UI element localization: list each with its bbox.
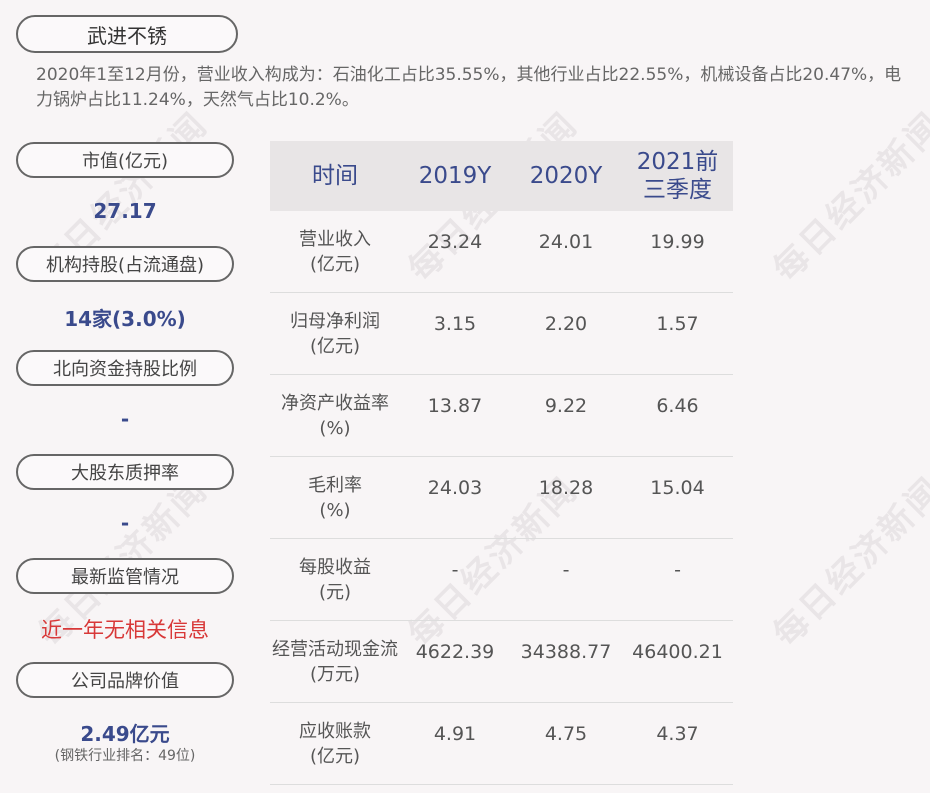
company-name: 武进不锈 (16, 15, 238, 53)
row-label: 应收账款 (亿元) (299, 721, 371, 767)
row-label: 经营活动现金流 (万元) (272, 639, 398, 685)
table-header: 时间 2019Y 2020Y 2021前三季度 (270, 141, 733, 211)
table-row: 每股收益 (元) - - - (270, 539, 733, 621)
row-value: - (674, 559, 681, 581)
row-value: 24.03 (427, 477, 483, 499)
sidebar-value-northbound: - (120, 407, 130, 431)
row-value: 4.75 (544, 723, 588, 745)
row-value: 24.01 (538, 231, 594, 253)
sidebar-label-northbound: 北向资金持股比例 (16, 350, 234, 386)
sidebar-sub-brand-rank: (钢铁行业排名：49位) (54, 748, 196, 764)
row-value: - (451, 559, 459, 581)
row-value: 18.28 (538, 477, 594, 499)
revenue-summary: 2020年1至12月份，营业收入构成为：石油化工占比35.55%，其他行业占比2… (36, 65, 902, 110)
sidebar-label-institutional: 机构持股(占流通盘) (16, 246, 234, 282)
table-row: 经营活动现金流 (万元) 4622.39 34388.77 46400.21 (270, 621, 733, 703)
row-value: 3.15 (433, 313, 477, 335)
row-value: 9.22 (544, 395, 588, 417)
header-2020: 2020Y (529, 163, 603, 189)
row-value: 19.99 (650, 231, 705, 253)
row-value: 34388.77 (520, 641, 612, 663)
sidebar-value-pledge: - (120, 511, 130, 535)
row-value: 13.87 (427, 395, 483, 417)
sidebar-label-regulatory: 最新监管情况 (16, 558, 234, 594)
sidebar-value-market-cap: 27.17 (93, 199, 157, 223)
table-row: 应收账款 (亿元) 4.91 4.75 4.37 (270, 703, 733, 785)
row-value: 4622.39 (415, 641, 495, 663)
row-value: - (562, 559, 570, 581)
table-row: 归母净利润 (亿元) 3.15 2.20 1.57 (270, 293, 733, 375)
row-label: 净资产收益率 (%) (281, 393, 389, 439)
table-row: 营业收入 (亿元) 23.24 24.01 19.99 (270, 211, 733, 293)
header-2019: 2019Y (418, 163, 492, 189)
row-value: 23.24 (427, 231, 483, 253)
row-label: 毛利率 (%) (308, 475, 362, 521)
table-row: 净资产收益率 (%) 13.87 9.22 6.46 (270, 375, 733, 457)
header-time: 时间 (312, 163, 358, 189)
table-row: 毛利率 (%) 24.03 18.28 15.04 (270, 457, 733, 539)
watermark: 每日经济新闻 (765, 469, 930, 655)
sidebar-label-brand-value: 公司品牌价值 (16, 662, 234, 698)
row-value: 4.37 (656, 723, 699, 745)
row-value: 6.46 (656, 395, 699, 417)
row-value: 15.04 (650, 477, 705, 499)
sidebar-label-market-cap: 市值(亿元) (16, 142, 234, 178)
row-label: 营业收入 (亿元) (299, 229, 371, 275)
watermark: 每日经济新闻 (765, 104, 930, 290)
row-label: 每股收益 (元) (299, 557, 371, 603)
row-value: 46400.21 (632, 641, 723, 663)
financial-table: 时间 2019Y 2020Y 2021前三季度 营业收入 (亿元) 23.24 24.… (270, 141, 733, 785)
header-2021q3: 2021前三季度 (636, 149, 719, 203)
row-value: 1.57 (656, 313, 699, 335)
row-label: 归母净利润 (亿元) (290, 311, 380, 357)
row-value: 2.20 (544, 313, 588, 335)
sidebar-value-regulatory: 近一年无相关信息 (41, 618, 209, 642)
sidebar-value-brand-value: 2.49亿元 (80, 722, 170, 746)
row-value: 4.91 (433, 723, 477, 745)
sidebar-value-institutional: 14家(3.0%) (64, 307, 186, 331)
sidebar-label-pledge: 大股东质押率 (16, 454, 234, 490)
